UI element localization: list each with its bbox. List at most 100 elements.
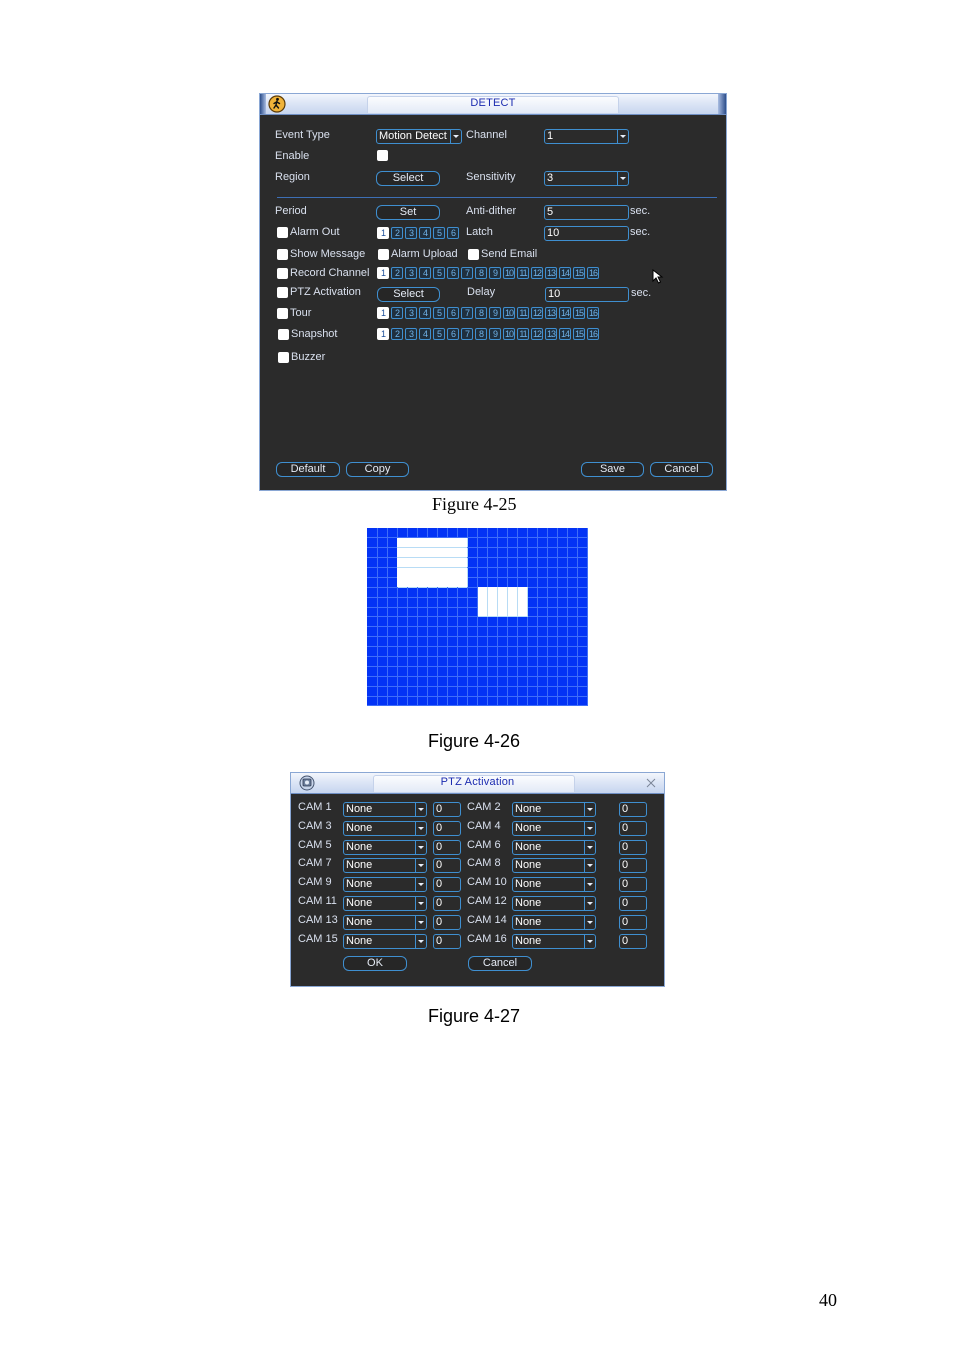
chevron-down-icon[interactable] (584, 934, 595, 948)
grid-cell[interactable] (547, 557, 559, 569)
ptz-type-select[interactable]: None (512, 820, 596, 836)
grid-cell-selected[interactable] (507, 597, 519, 608)
grid-cell[interactable] (407, 528, 418, 539)
ptz-preset-input[interactable]: 0 (433, 914, 461, 930)
grid-cell[interactable] (537, 666, 549, 677)
grid-cell[interactable] (507, 617, 519, 628)
channel-toggle-12[interactable]: 12 (531, 328, 543, 340)
channel-toggle-1[interactable]: 1 (377, 267, 389, 279)
ptz-type-select[interactable]: None (343, 820, 427, 836)
channel-toggle-11[interactable]: 11 (517, 307, 529, 319)
grid-cell[interactable] (557, 636, 569, 648)
grid-cell[interactable] (547, 528, 559, 539)
grid-cell[interactable] (367, 587, 378, 598)
grid-cell[interactable] (387, 577, 398, 588)
grid-cell[interactable] (517, 567, 529, 578)
grid-cell[interactable] (577, 686, 589, 697)
grid-cell[interactable] (537, 696, 549, 707)
channel-toggle-14[interactable]: 14 (559, 328, 571, 340)
channel-toggle-14[interactable]: 14 (559, 307, 571, 319)
channel-toggle-3[interactable]: 3 (405, 227, 417, 239)
ptz-preset-input[interactable]: 0 (619, 914, 647, 930)
grid-cell[interactable] (387, 696, 398, 707)
grid-cell[interactable] (517, 646, 529, 658)
grid-cell[interactable] (467, 676, 478, 687)
grid-cell[interactable] (467, 636, 478, 648)
grid-cell-selected[interactable] (427, 537, 438, 549)
grid-cell-selected[interactable] (487, 587, 499, 598)
ptz-type-select[interactable]: None (343, 839, 427, 855)
ptz-cancel-button[interactable]: Cancel (468, 956, 532, 971)
ptz-preset-input[interactable]: 0 (433, 802, 461, 817)
grid-cell[interactable] (567, 567, 579, 578)
grid-cell[interactable] (377, 587, 388, 598)
grid-cell[interactable] (487, 636, 499, 648)
grid-cell[interactable] (557, 666, 569, 677)
grid-cell[interactable] (477, 557, 489, 569)
save-button[interactable]: Save (581, 462, 644, 477)
channel-select[interactable]: 1 (544, 129, 629, 144)
grid-cell[interactable] (537, 676, 549, 687)
grid-cell[interactable] (367, 686, 378, 697)
grid-cell[interactable] (547, 666, 559, 677)
grid-cell[interactable] (567, 626, 579, 638)
close-icon[interactable] (646, 778, 656, 788)
grid-cell[interactable] (387, 636, 398, 648)
grid-cell[interactable] (557, 537, 569, 549)
grid-cell[interactable] (557, 597, 569, 608)
grid-cell[interactable] (457, 597, 468, 608)
channel-toggle-1[interactable]: 1 (377, 227, 389, 239)
grid-cell[interactable] (497, 686, 509, 697)
grid-cell[interactable] (457, 686, 468, 697)
grid-cell[interactable] (497, 537, 509, 549)
grid-cell[interactable] (507, 528, 519, 539)
grid-cell[interactable] (557, 617, 569, 628)
grid-cell[interactable] (457, 617, 468, 628)
channel-toggle-13[interactable]: 13 (545, 328, 557, 340)
grid-cell[interactable] (467, 646, 478, 658)
ptz-preset-input[interactable]: 0 (619, 839, 647, 855)
grid-cell[interactable] (577, 666, 589, 677)
grid-cell[interactable] (377, 597, 388, 608)
grid-cell[interactable] (477, 666, 489, 677)
grid-cell[interactable] (477, 577, 489, 588)
grid-cell[interactable] (367, 636, 378, 648)
ptz-type-select[interactable]: None (512, 839, 596, 855)
grid-cell[interactable] (407, 676, 418, 687)
grid-cell[interactable] (537, 577, 549, 588)
channel-toggle-16[interactable]: 16 (587, 307, 599, 319)
grid-cell[interactable] (537, 567, 549, 578)
grid-cell[interactable] (527, 626, 539, 638)
grid-cell[interactable] (497, 666, 509, 677)
grid-cell[interactable] (537, 617, 549, 628)
grid-cell-selected[interactable] (487, 607, 499, 618)
grid-cell-selected[interactable] (427, 547, 438, 559)
grid-cell[interactable] (397, 696, 408, 707)
grid-cell[interactable] (387, 587, 398, 598)
chevron-down-icon[interactable] (584, 915, 595, 929)
ok-button[interactable]: OK (343, 956, 407, 971)
grid-cell[interactable] (467, 656, 478, 667)
channel-toggle-10[interactable]: 10 (503, 307, 515, 319)
channel-toggle-5[interactable]: 5 (433, 328, 445, 340)
chevron-down-icon[interactable] (415, 840, 426, 854)
ptz-type-select[interactable]: None (512, 802, 596, 817)
grid-cell[interactable] (547, 656, 559, 667)
grid-cell[interactable] (467, 626, 478, 638)
grid-cell[interactable] (427, 607, 438, 618)
chevron-down-icon[interactable] (584, 859, 595, 873)
grid-cell-selected[interactable] (457, 537, 468, 549)
grid-cell[interactable] (567, 646, 579, 658)
channel-toggle-7[interactable]: 7 (461, 307, 473, 319)
grid-cell[interactable] (537, 587, 549, 598)
channel-toggle-1[interactable]: 1 (377, 328, 389, 340)
grid-cell[interactable] (467, 597, 478, 608)
grid-cell[interactable] (467, 696, 478, 707)
grid-cell[interactable] (477, 537, 489, 549)
grid-cell[interactable] (487, 666, 499, 677)
grid-cell[interactable] (557, 528, 569, 539)
grid-cell[interactable] (507, 646, 519, 658)
grid-cell[interactable] (447, 636, 458, 648)
grid-cell-selected[interactable] (457, 547, 468, 559)
grid-cell[interactable] (497, 676, 509, 687)
